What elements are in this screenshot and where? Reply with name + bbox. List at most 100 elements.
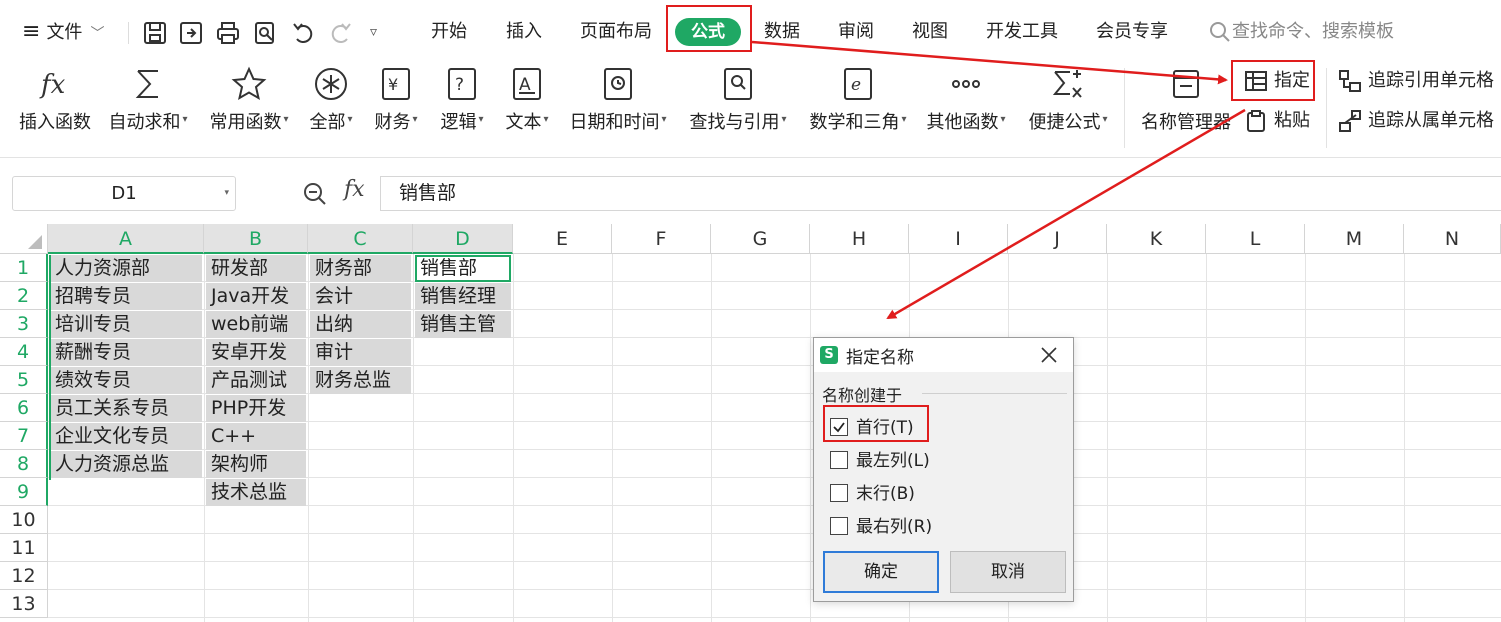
shortcut-formula-button[interactable]: 便捷公式 ▾ [1022, 60, 1114, 152]
all-functions-button[interactable]: 全部 ▾ [303, 60, 359, 152]
tab-page-layout[interactable]: 页面布局 [580, 10, 652, 54]
row-header-11[interactable]: 11 [0, 534, 48, 562]
cell[interactable]: 培训专员 [50, 311, 202, 338]
print-preview-icon[interactable] [252, 20, 278, 46]
trace-precedents-button[interactable]: 追踪引用单元格 [1338, 65, 1498, 97]
svg-text:¥: ¥ [388, 75, 398, 94]
logic-functions-button[interactable]: ? 逻辑 ▾ [434, 60, 490, 152]
row-header-8[interactable]: 8 [0, 450, 48, 478]
column-header-c[interactable]: C [308, 224, 413, 254]
save-icon[interactable] [142, 20, 168, 46]
column-header-j[interactable]: J [1008, 224, 1107, 254]
cell[interactable]: 人力资源总监 [50, 451, 202, 478]
file-menu[interactable]: ≡ 文件 ﹀ [22, 10, 104, 54]
cell[interactable]: 企业文化专员 [50, 423, 202, 450]
column-header-n[interactable]: N [1404, 224, 1501, 254]
name-manager-button[interactable]: 名称管理器 [1136, 60, 1236, 152]
cell[interactable]: 出纳 [310, 311, 411, 338]
lookup-functions-button[interactable]: 查找与引用 ▾ [683, 60, 793, 152]
cancel-button[interactable]: 取消 [950, 551, 1066, 593]
column-header-h[interactable]: H [810, 224, 909, 254]
column-header-e[interactable]: E [513, 224, 612, 254]
cell[interactable]: 绩效专员 [50, 367, 202, 394]
divider [128, 22, 129, 44]
cell[interactable]: 会计 [310, 283, 411, 310]
zoom-magnifier-icon[interactable] [302, 181, 328, 207]
autosum-button[interactable]: 自动求和 ▾ [104, 60, 192, 152]
print-icon[interactable] [215, 20, 241, 46]
close-icon[interactable] [1039, 345, 1059, 365]
cell[interactable]: web前端 [206, 311, 306, 338]
export-icon[interactable] [178, 20, 204, 46]
cell[interactable]: 安卓开发 [206, 339, 306, 366]
tab-home[interactable]: 开始 [431, 10, 467, 54]
tab-developer[interactable]: 开发工具 [986, 10, 1058, 54]
common-functions-button[interactable]: 常用函数 ▾ [204, 60, 294, 152]
other-functions-button[interactable]: 其他函数 ▾ [921, 60, 1011, 152]
column-header-m[interactable]: M [1305, 224, 1404, 254]
cell[interactable]: 产品测试 [206, 367, 306, 394]
tab-insert[interactable]: 插入 [506, 10, 542, 54]
insert-function-button[interactable]: fx 插入函数 [12, 60, 98, 152]
name-box[interactable]: D1 ▾ [12, 176, 236, 211]
cell[interactable]: 人力资源部 [50, 255, 202, 282]
trace-dependents-button[interactable]: 追踪从属单元格 [1338, 105, 1498, 137]
cell[interactable]: 薪酬专员 [50, 339, 202, 366]
select-all-corner[interactable] [0, 224, 48, 254]
redo-icon[interactable] [328, 20, 354, 46]
undo-icon[interactable] [290, 20, 316, 46]
tab-member[interactable]: 会员专享 [1096, 10, 1168, 54]
cell[interactable]: Java开发 [206, 283, 306, 310]
cell[interactable]: 审计 [310, 339, 411, 366]
checkbox-icon[interactable] [830, 484, 848, 502]
checkbox-icon[interactable] [830, 517, 848, 535]
cell[interactable]: 技术总监 [206, 479, 306, 506]
cell[interactable]: C++ [206, 423, 306, 450]
cell[interactable]: 财务部 [310, 255, 411, 282]
quick-access-dropdown-icon[interactable]: ▿ [370, 10, 377, 54]
row-header-7[interactable]: 7 [0, 422, 48, 450]
math-functions-button[interactable]: e 数学和三角 ▾ [803, 60, 913, 152]
row-header-5[interactable]: 5 [0, 366, 48, 394]
column-header-i[interactable]: I [909, 224, 1008, 254]
paste-name-button[interactable]: 粘贴 [1244, 105, 1314, 137]
tab-review[interactable]: 审阅 [838, 10, 874, 54]
row-header-9[interactable]: 9 [0, 478, 48, 506]
tab-data[interactable]: 数据 [764, 10, 800, 54]
cell[interactable]: PHP开发 [206, 395, 306, 422]
column-header-l[interactable]: L [1206, 224, 1305, 254]
cell[interactable]: 研发部 [206, 255, 306, 282]
column-header-a[interactable]: A [48, 224, 204, 254]
fx-icon[interactable]: fx [344, 177, 365, 202]
column-header-k[interactable]: K [1107, 224, 1206, 254]
active-cell[interactable]: 销售部 [415, 255, 511, 282]
cell[interactable]: 销售主管 [415, 311, 511, 338]
column-header-g[interactable]: G [711, 224, 810, 254]
cell[interactable]: 架构师 [206, 451, 306, 478]
column-header-f[interactable]: F [612, 224, 711, 254]
text-functions-button[interactable]: A 文本 ▾ [499, 60, 555, 152]
search-input[interactable]: 查找命令、搜索模板 [1232, 10, 1394, 54]
ok-button[interactable]: 确定 [823, 551, 939, 593]
row-header-3[interactable]: 3 [0, 310, 48, 338]
asterisk-circle-icon [313, 66, 349, 102]
row-header-12[interactable]: 12 [0, 562, 48, 590]
column-header-d[interactable]: D [413, 224, 513, 254]
cell[interactable]: 销售经理 [415, 283, 511, 310]
datetime-functions-button[interactable]: 日期和时间 ▾ [564, 60, 672, 152]
row-header-1[interactable]: 1 [0, 254, 48, 282]
cell[interactable]: 员工关系专员 [50, 395, 202, 422]
clock-book-icon [600, 66, 636, 102]
row-header-6[interactable]: 6 [0, 394, 48, 422]
finance-functions-button[interactable]: ¥ 财务 ▾ [368, 60, 424, 152]
row-header-4[interactable]: 4 [0, 338, 48, 366]
row-header-13[interactable]: 13 [0, 590, 48, 618]
cell[interactable]: 招聘专员 [50, 283, 202, 310]
formula-input[interactable]: 销售部 [380, 176, 1501, 211]
column-header-b[interactable]: B [204, 224, 308, 254]
checkbox-icon[interactable] [830, 451, 848, 469]
tab-view[interactable]: 视图 [912, 10, 948, 54]
cell[interactable]: 财务总监 [310, 367, 411, 394]
row-header-10[interactable]: 10 [0, 506, 48, 534]
row-header-2[interactable]: 2 [0, 282, 48, 310]
